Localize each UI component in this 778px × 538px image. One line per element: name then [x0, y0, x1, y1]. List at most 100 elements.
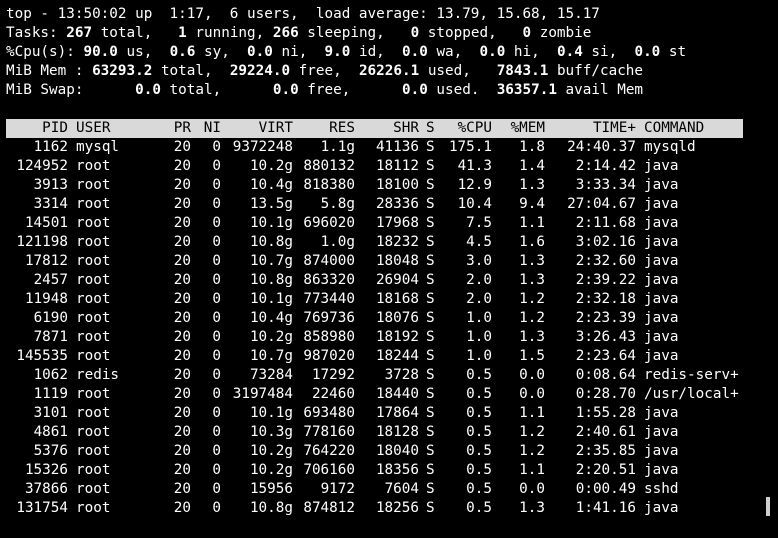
- table-row: 4861 root 20 0 10.3g 778160 18128 S 0.5 1.2 2:40.6…: [6, 423, 743, 442]
- table-row: 3913 root 20 0 10.4g 818380 18100 S 12.9 1.3 3:33.…: [6, 176, 743, 195]
- cell-virt: 10.2g: [249, 462, 293, 478]
- cell-time: 3:26.43: [575, 329, 636, 345]
- cell-command: java: [644, 405, 679, 421]
- table-row: 15326 root 20 0 10.2g 706160 18356 S 0.5 1.1 2:20.…: [6, 461, 743, 480]
- cell-ni: 0: [212, 462, 221, 478]
- cell-shr: 18256: [375, 500, 419, 516]
- cell-cpu: 2.0: [466, 272, 492, 288]
- cell-pr: 20: [173, 481, 191, 497]
- cell-user: root: [76, 158, 111, 174]
- cell-command: java: [644, 500, 679, 516]
- cell-virt: 10.1g: [249, 291, 293, 307]
- mem-text: total,: [152, 63, 230, 79]
- cell-ni: 0: [212, 367, 221, 383]
- column-header-virt: VIRT: [258, 120, 293, 136]
- table-row: 17812 root 20 0 10.7g 874000 18048 S 3.0 1.3 2:32.…: [6, 252, 743, 271]
- cell-res: 987020: [303, 348, 355, 364]
- table-row: 37866 root 20 0 15956 9172 7604 S 0.5 0.0 0:00.49 s…: [6, 480, 743, 499]
- cell-state: S: [426, 234, 435, 250]
- cell-user: root: [76, 310, 111, 326]
- cell-user: redis: [76, 367, 120, 383]
- tasks-sleeping: 266: [272, 25, 299, 41]
- cell-pr: 20: [173, 367, 191, 383]
- cell-user: root: [76, 291, 111, 307]
- cell-virt: 10.7g: [249, 348, 293, 364]
- table-row: 1062 redis 20 0 73284 17292 3728 S 0.5 0.0 0:08.64…: [6, 366, 743, 385]
- cell-user: root: [76, 329, 111, 345]
- cell-ni: 0: [212, 272, 221, 288]
- cell-command: sshd: [644, 481, 679, 497]
- cell-cpu: 41.3: [457, 158, 492, 174]
- cell-pid: 1162: [33, 139, 68, 155]
- cell-mem: 1.6: [519, 234, 545, 250]
- tasks-stopped: 0: [410, 25, 420, 41]
- cell-shr: 18112: [375, 158, 419, 174]
- terminal-window[interactable]: top - 13:50:02 up 1:17, 6 users, load av…: [0, 0, 778, 538]
- cell-command: java: [644, 424, 679, 440]
- cell-command: java: [644, 348, 679, 364]
- cell-user: root: [76, 462, 111, 478]
- cell-mem: 9.4: [519, 196, 545, 212]
- swap-total: 0.0: [135, 82, 161, 98]
- cell-shr: 18168: [375, 291, 419, 307]
- cell-mem: 1.5: [519, 348, 545, 364]
- cell-shr: 18440: [375, 386, 419, 402]
- cell-state: S: [426, 196, 435, 212]
- cell-user: root: [76, 196, 111, 212]
- cell-res: 17292: [311, 367, 355, 383]
- cell-pr: 20: [173, 234, 191, 250]
- cell-virt: 10.1g: [249, 405, 293, 421]
- cell-cpu: 0.5: [466, 405, 492, 421]
- cell-time: 2:35.85: [575, 443, 636, 459]
- cell-time: 27:04.67: [567, 196, 636, 212]
- cell-pid: 3101: [33, 405, 68, 421]
- cell-pr: 20: [173, 272, 191, 288]
- cell-res: 874000: [303, 253, 355, 269]
- cell-shr: 18076: [375, 310, 419, 326]
- cell-time: 2:32.60: [575, 253, 636, 269]
- table-row: 131754 root 20 0 10.8g 874812 18256 S 0.5 1.3 1:41…: [6, 499, 743, 518]
- cell-time: 24:40.37: [567, 139, 636, 155]
- cpu-text: sy,: [195, 44, 248, 60]
- cell-pid: 15326: [24, 462, 68, 478]
- cell-user: root: [76, 234, 111, 250]
- cell-mem: 1.2: [519, 310, 545, 326]
- cell-res: 880132: [303, 158, 355, 174]
- cell-user: root: [76, 272, 111, 288]
- cell-mem: 1.1: [519, 405, 545, 421]
- cell-ni: 0: [212, 443, 221, 459]
- cell-mem: 1.3: [519, 500, 545, 516]
- cell-user: root: [76, 481, 111, 497]
- mem-line: MiB Mem : 63293.2 total, 29224.0 free, 2…: [6, 62, 643, 81]
- cell-user: root: [76, 405, 111, 421]
- cell-shr: 7604: [384, 481, 419, 497]
- tasks-zombie: 0: [522, 25, 532, 41]
- column-header-state: S: [426, 120, 435, 136]
- cell-user: root: [76, 348, 111, 364]
- cell-pr: 20: [173, 310, 191, 326]
- cell-pr: 20: [173, 215, 191, 231]
- cell-res: 764220: [303, 443, 355, 459]
- cell-pr: 20: [173, 253, 191, 269]
- cell-state: S: [426, 500, 435, 516]
- cell-shr: 28336: [375, 196, 419, 212]
- cell-pr: 20: [173, 291, 191, 307]
- cell-res: 773440: [303, 291, 355, 307]
- cell-ni: 0: [212, 348, 221, 364]
- cell-cpu: 1.0: [466, 329, 492, 345]
- cpu-line: %Cpu(s): 90.0 us, 0.6 sy, 0.0 ni, 9.0 id…: [6, 43, 686, 62]
- scrollbar-thumb[interactable]: [766, 497, 770, 516]
- cell-res: 5.8g: [320, 196, 355, 212]
- cell-ni: 0: [212, 234, 221, 250]
- cell-state: S: [426, 462, 435, 478]
- mem-text: buff/cache: [548, 63, 644, 79]
- cell-mem: 1.3: [519, 253, 545, 269]
- cell-mem: 1.2: [519, 443, 545, 459]
- cell-virt: 10.2g: [249, 158, 293, 174]
- cell-pr: 20: [173, 386, 191, 402]
- cell-mem: 1.2: [519, 291, 545, 307]
- cell-mem: 1.1: [519, 462, 545, 478]
- cell-pid: 1062: [33, 367, 68, 383]
- cell-command: java: [644, 310, 679, 326]
- table-row: 2457 root 20 0 10.8g 863320 26904 S 2.0 1.3 2:39.2…: [6, 271, 743, 290]
